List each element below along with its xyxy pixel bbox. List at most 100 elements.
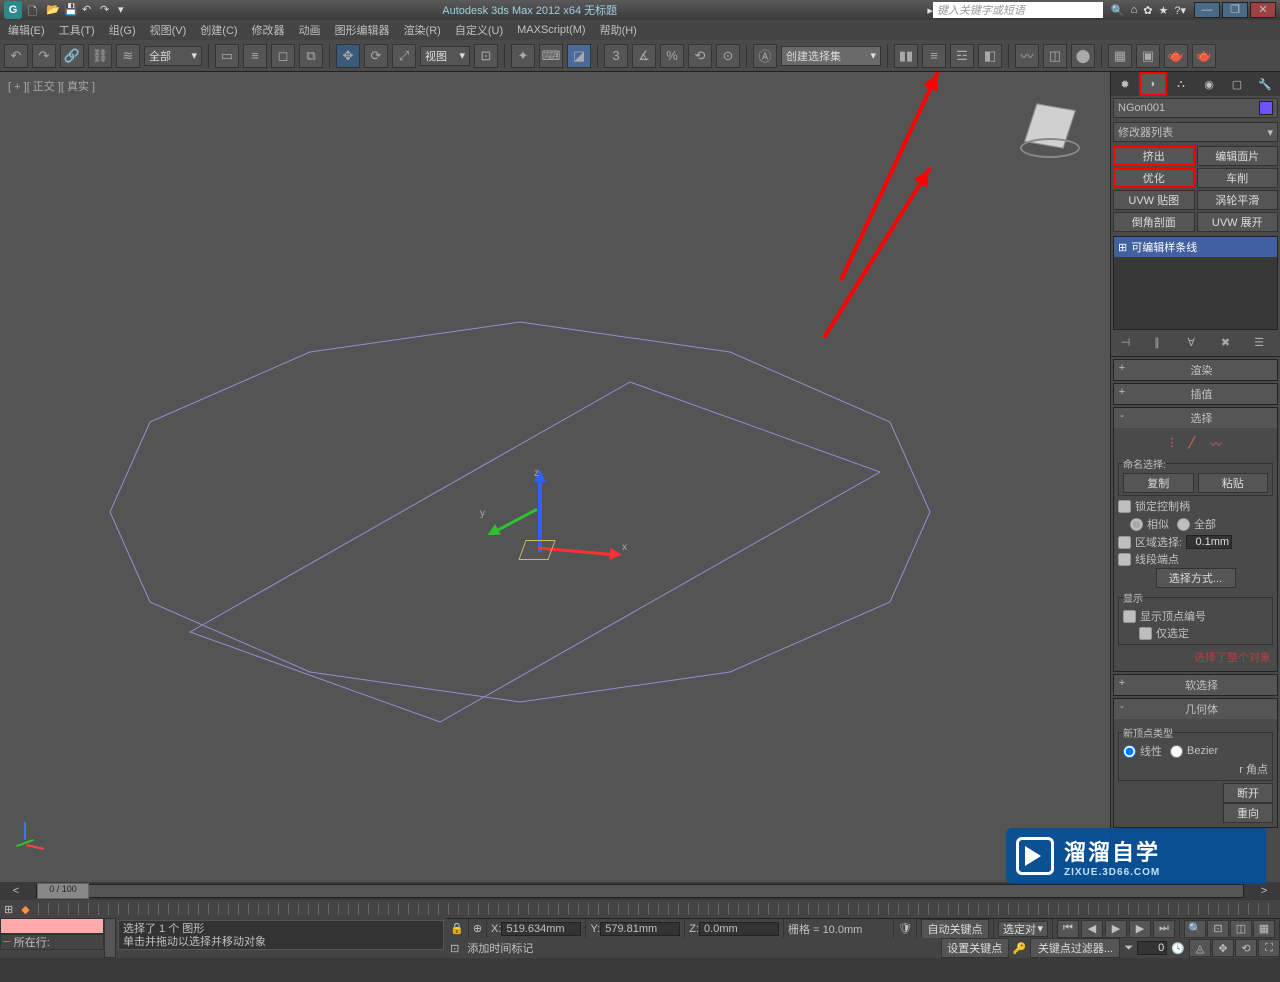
time-slider[interactable]: 0 / 100 xyxy=(36,884,1244,898)
rendered-frame-button[interactable]: ▣ xyxy=(1136,44,1160,68)
modifier-stack-item[interactable]: ⊞ 可编辑样条线 xyxy=(1114,237,1277,257)
transform-gizmo[interactable]: z y x xyxy=(480,472,640,632)
coord-z-input[interactable]: 0.0mm xyxy=(699,922,779,936)
pivot-button[interactable]: ⊡ xyxy=(474,44,498,68)
save-icon[interactable]: 💾 xyxy=(64,3,78,17)
turbosmooth-button[interactable]: 涡轮平滑 xyxy=(1197,190,1279,210)
mirror-button[interactable]: ▮▮ xyxy=(894,44,918,68)
window-crossing-button[interactable]: ⧉ xyxy=(299,44,323,68)
area-select-checkbox[interactable]: 区域选择: 0.1mm xyxy=(1118,534,1273,550)
comm-center-button[interactable]: 🛡 xyxy=(894,919,917,938)
coord-x-input[interactable]: 519.634mm xyxy=(501,922,581,936)
time-slider-handle[interactable]: 0 / 100 xyxy=(37,883,89,899)
all-radio[interactable]: 全部 xyxy=(1177,516,1216,532)
open-icon[interactable]: 📂 xyxy=(46,3,60,17)
redo-button[interactable]: ↷ xyxy=(32,44,56,68)
listener-resize-handle[interactable] xyxy=(104,918,116,958)
remove-icon[interactable]: ✖ xyxy=(1221,336,1237,352)
editpatch-button[interactable]: 编辑面片 xyxy=(1197,146,1279,166)
time-config-icon[interactable]: 🕓 xyxy=(1167,942,1189,955)
align-button[interactable]: ≡ xyxy=(922,44,946,68)
object-color-swatch[interactable] xyxy=(1259,101,1273,115)
menu-rendering[interactable]: 渲染(R) xyxy=(404,22,441,38)
uvwunwrap-button[interactable]: UVW 展开 xyxy=(1197,212,1279,232)
area-select-spinner[interactable]: 0.1mm xyxy=(1186,535,1232,549)
display-tab[interactable]: ▢ xyxy=(1223,72,1251,96)
seg-end-checkbox[interactable]: 线段端点 xyxy=(1118,551,1273,567)
create-tab[interactable]: ✹ xyxy=(1111,72,1139,96)
redirect-button[interactable]: 重向 xyxy=(1223,803,1273,823)
menu-grapheditor[interactable]: 图形编辑器 xyxy=(335,22,390,38)
render-setup-button[interactable]: ▦ xyxy=(1108,44,1132,68)
viewcube[interactable] xyxy=(1010,92,1090,172)
snap-toggle-button[interactable]: ◪ xyxy=(567,44,591,68)
timeconfig-button[interactable]: ⏷ xyxy=(1120,942,1137,955)
menu-create[interactable]: 创建(C) xyxy=(200,22,237,38)
extrude-button[interactable]: 挤出 xyxy=(1113,146,1195,166)
viewport[interactable]: [ + ][ 正交 ][ 真实 ] z y x xyxy=(0,72,1110,882)
prev-frame-button[interactable]: < xyxy=(0,885,32,897)
graphite-button[interactable]: ◧ xyxy=(978,44,1002,68)
minimize-button[interactable]: — xyxy=(1194,2,1220,18)
corner-radio[interactable]: r 角点 xyxy=(1239,761,1268,777)
zoom-button[interactable]: 🔍 xyxy=(1184,920,1206,938)
rotate-button[interactable]: ⟳ xyxy=(364,44,388,68)
bezier-radio[interactable]: Bezier xyxy=(1170,743,1218,759)
maximize-viewport-button[interactable]: ⛶ xyxy=(1258,939,1280,957)
isolate-icon[interactable]: ⊡ xyxy=(446,942,463,955)
play-button[interactable]: ▶ xyxy=(1105,920,1127,938)
filter-dropdown[interactable]: 全部 xyxy=(144,46,202,66)
select-button[interactable]: ▭ xyxy=(215,44,239,68)
only-selected-checkbox[interactable]: 仅选定 xyxy=(1123,625,1268,641)
lathe-button[interactable]: 车削 xyxy=(1197,168,1279,188)
exchange-icon[interactable]: ✿ xyxy=(1143,4,1152,17)
setkey-button[interactable]: 设置关键点 xyxy=(941,938,1009,958)
favorite-icon[interactable]: ★ xyxy=(1158,4,1168,17)
redo-icon[interactable]: ↷ xyxy=(100,3,114,17)
scale-button[interactable]: ⤢ xyxy=(392,44,416,68)
named-selset-dropdown[interactable]: 创建选择集 xyxy=(781,46,881,66)
menu-help[interactable]: 帮助(H) xyxy=(600,22,637,38)
bind-button[interactable]: ≋ xyxy=(116,44,140,68)
close-button[interactable]: ✕ xyxy=(1250,2,1276,18)
maxscript-mini-listener[interactable]: ─ 所在行: xyxy=(0,918,104,958)
next-frame-button-2[interactable]: ▶ xyxy=(1129,920,1151,938)
pin-icon[interactable]: ⊣ xyxy=(1121,336,1137,352)
curve-editor-button[interactable]: 〰 xyxy=(1015,44,1039,68)
hierarchy-tab[interactable]: ⛬ xyxy=(1167,72,1195,96)
copy-button[interactable]: 复制 xyxy=(1123,473,1194,493)
fov-button[interactable]: ◬ xyxy=(1189,939,1211,957)
utilities-tab[interactable]: 🔧 xyxy=(1251,72,1279,96)
paste-button[interactable]: 粘贴 xyxy=(1198,473,1269,493)
percent-snap-button[interactable]: % xyxy=(660,44,684,68)
expand-icon[interactable]: ⊞ xyxy=(1118,241,1127,254)
abs-rel-button[interactable]: ⊕ xyxy=(469,919,487,938)
menu-animation[interactable]: 动画 xyxy=(299,22,321,38)
move-button[interactable]: ✥ xyxy=(336,44,360,68)
app-logo[interactable]: G xyxy=(4,1,22,19)
modifier-list-dropdown[interactable]: 修改器列表 xyxy=(1113,122,1278,142)
show-result-icon[interactable]: ∥ xyxy=(1154,336,1170,352)
search-input[interactable]: 键入关键字或短语 xyxy=(933,2,1103,18)
layer-button[interactable]: ☲ xyxy=(950,44,974,68)
spline-icon[interactable]: 〰 xyxy=(1211,436,1225,450)
addtime-text[interactable]: 添加时间标记 xyxy=(463,940,940,956)
next-frame-button[interactable]: > xyxy=(1248,885,1280,897)
manipulate-button[interactable]: ✦ xyxy=(511,44,535,68)
material-button[interactable]: ⬤ xyxy=(1071,44,1095,68)
object-name-field[interactable]: NGon001 xyxy=(1113,98,1278,118)
modifier-stack[interactable]: ⊞ 可编辑样条线 xyxy=(1113,236,1278,330)
menu-edit[interactable]: 编辑(E) xyxy=(8,22,45,38)
angle-snap-button[interactable]: ∡ xyxy=(632,44,656,68)
orbit-button[interactable]: ⟲ xyxy=(1235,939,1257,957)
lookup-icon[interactable]: 🔍 xyxy=(1111,4,1125,17)
render-prod-button[interactable]: 🫖 xyxy=(1192,44,1216,68)
menu-tools[interactable]: 工具(T) xyxy=(59,22,95,38)
undo-button[interactable]: ↶ xyxy=(4,44,28,68)
rect-region-button[interactable]: ◻ xyxy=(271,44,295,68)
configure-icon[interactable]: ☰ xyxy=(1254,336,1270,352)
zoom-all-button[interactable]: ⊡ xyxy=(1207,920,1229,938)
linear-radio[interactable]: 线性 xyxy=(1123,743,1162,759)
link-button[interactable]: 🔗 xyxy=(60,44,84,68)
menu-group[interactable]: 组(G) xyxy=(109,22,136,38)
